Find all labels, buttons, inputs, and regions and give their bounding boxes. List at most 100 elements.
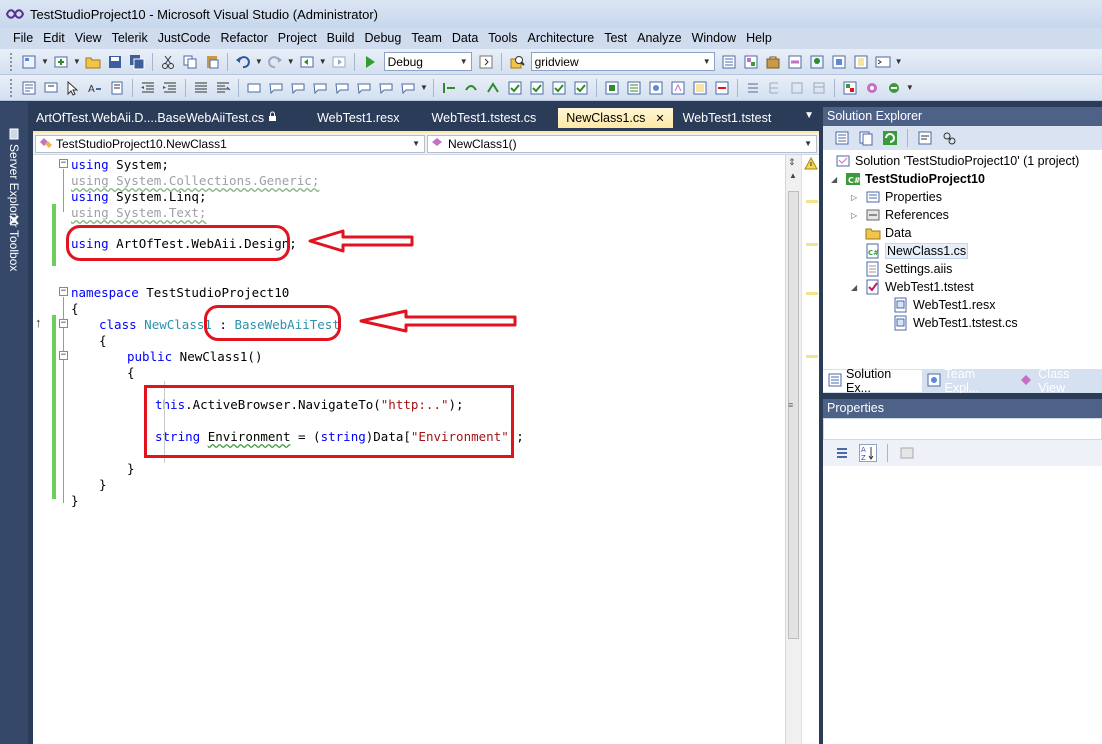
outline-collapse-icon[interactable]: − xyxy=(59,319,68,328)
menu-team[interactable]: Team xyxy=(406,28,447,49)
menu-architecture[interactable]: Architecture xyxy=(522,28,599,49)
new-test-icon[interactable] xyxy=(603,79,621,97)
bookmark-toggle-icon[interactable] xyxy=(245,79,263,97)
menu-justcode[interactable]: JustCode xyxy=(153,28,216,49)
comment-lines-icon[interactable] xyxy=(192,79,210,97)
uml-model-explorer-icon[interactable] xyxy=(810,79,828,97)
test-results-view-icon[interactable] xyxy=(713,79,731,97)
code-coverage-icon[interactable] xyxy=(691,79,709,97)
menu-window[interactable]: Window xyxy=(687,28,741,49)
chevron-down-icon[interactable]: ▼ xyxy=(73,57,81,66)
menu-file[interactable]: File xyxy=(8,28,38,49)
redo-icon[interactable] xyxy=(266,53,284,71)
chevron-down-icon[interactable]: ▼ xyxy=(420,83,428,92)
collapsed-triangle-icon[interactable]: ▷ xyxy=(851,193,861,202)
scrollbar-thumb[interactable] xyxy=(788,191,799,639)
tree-node-webtest1-tstest[interactable]: ◢ WebTest1.tstest xyxy=(851,278,974,296)
class-view-icon[interactable] xyxy=(786,53,804,71)
split-editor-icon[interactable]: ⇕ xyxy=(788,157,796,168)
open-folder-icon[interactable] xyxy=(84,53,102,71)
toolbox-icon[interactable] xyxy=(764,53,782,71)
menu-debug[interactable]: Debug xyxy=(359,28,406,49)
layer-diagram-icon[interactable] xyxy=(744,79,762,97)
navigate-forward-icon[interactable] xyxy=(330,53,348,71)
step-out-icon[interactable] xyxy=(484,79,502,97)
quick-info-icon[interactable] xyxy=(64,79,82,97)
extension-manager-icon[interactable] xyxy=(830,53,848,71)
word-completion-icon[interactable]: A xyxy=(86,79,104,97)
properties-window-icon[interactable] xyxy=(720,53,738,71)
step-over-icon[interactable] xyxy=(462,79,480,97)
step-into-icon[interactable] xyxy=(440,79,458,97)
tree-node-newclass1-cs[interactable]: C# NewClass1.cs xyxy=(865,242,969,260)
tab-solution-explorer[interactable]: Solution Ex... xyxy=(823,367,922,395)
menu-telerik[interactable]: Telerik xyxy=(107,28,153,49)
display-object-member-list-icon[interactable] xyxy=(20,79,38,97)
bookmark-prev-folder-icon[interactable] xyxy=(311,79,329,97)
tab-webtest1-tstest-cs[interactable]: WebTest1.tstest.cs xyxy=(424,108,545,128)
chevron-down-icon[interactable]: ▼ xyxy=(412,139,420,148)
tab-baseWebAiiTest-cs[interactable]: ArtOfTest.WebAii.D....BaseWebAiiTest.cs xyxy=(28,108,285,128)
paste-icon[interactable] xyxy=(203,53,221,71)
find-combo[interactable]: gridview ▼ xyxy=(530,52,715,71)
menu-data[interactable]: Data xyxy=(447,28,483,49)
vertical-scrollbar[interactable]: ⇕ ▲ ≡ xyxy=(785,155,801,744)
increase-indent-icon[interactable] xyxy=(161,79,179,97)
server-explorer-tab[interactable]: Server Explorer xyxy=(5,128,23,227)
tree-node-references[interactable]: ▷ References xyxy=(851,206,949,224)
justcode-icon[interactable] xyxy=(885,79,903,97)
find-in-files-icon[interactable] xyxy=(508,53,526,71)
code-snippet-icon[interactable] xyxy=(108,79,126,97)
navigate-backward-icon[interactable] xyxy=(298,53,316,71)
save-all-icon[interactable] xyxy=(128,53,146,71)
properties-icon[interactable] xyxy=(833,129,851,147)
alphabetical-sort-icon[interactable]: AZ xyxy=(859,444,877,462)
active-files-dropdown-icon[interactable]: ▼ xyxy=(804,110,814,121)
tree-node-webtest1-resx[interactable]: WebTest1.resx xyxy=(893,296,995,314)
close-icon[interactable]: ✕ xyxy=(655,112,664,125)
architecture-explorer-icon[interactable] xyxy=(766,79,784,97)
undo-icon[interactable] xyxy=(234,53,252,71)
chevron-down-icon[interactable]: ▼ xyxy=(906,83,914,92)
expanded-triangle-icon[interactable]: ◢ xyxy=(831,175,841,184)
new-project-icon[interactable] xyxy=(20,53,38,71)
chevron-down-icon[interactable]: ▼ xyxy=(895,57,903,66)
properties-object-combo[interactable] xyxy=(823,418,1102,440)
test-impact-icon[interactable] xyxy=(669,79,687,97)
toolbar-grip[interactable] xyxy=(10,78,14,97)
add-item-icon[interactable] xyxy=(52,53,70,71)
expanded-triangle-icon[interactable]: ◢ xyxy=(851,283,861,292)
bookmark-next-doc-icon[interactable] xyxy=(377,79,395,97)
show-all-files-icon[interactable] xyxy=(857,129,875,147)
test-settings-icon[interactable] xyxy=(647,79,665,97)
toolbox-tab[interactable]: Toolbox xyxy=(5,214,23,271)
test-results-icon[interactable] xyxy=(506,79,524,97)
object-browser-icon[interactable] xyxy=(742,53,760,71)
debug-tests-icon[interactable] xyxy=(572,79,590,97)
parameter-info-icon[interactable] xyxy=(42,79,60,97)
bookmark-previous-icon[interactable] xyxy=(267,79,285,97)
view-code-icon[interactable] xyxy=(916,129,934,147)
team-explorer-icon[interactable] xyxy=(808,53,826,71)
start-debugging-icon[interactable] xyxy=(361,53,379,71)
property-pages-icon[interactable] xyxy=(898,444,916,462)
code-editor[interactable]: TestStudioProject10.NewClass1 ▼ NewClass… xyxy=(33,131,819,744)
chevron-down-icon[interactable]: ▼ xyxy=(41,57,49,66)
chevron-down-icon[interactable]: ▼ xyxy=(319,57,327,66)
categorized-icon[interactable] xyxy=(833,444,851,462)
test-list-icon[interactable] xyxy=(625,79,643,97)
test-view-icon[interactable] xyxy=(528,79,546,97)
tree-node-settings-aiis[interactable]: Settings.aiis xyxy=(865,260,952,278)
windows-forms-icon[interactable] xyxy=(841,79,859,97)
save-icon[interactable] xyxy=(106,53,124,71)
scroll-up-icon[interactable]: ▲ xyxy=(789,171,797,180)
tree-node-data[interactable]: Data xyxy=(865,224,911,242)
outline-collapse-icon[interactable]: − xyxy=(59,351,68,360)
menu-analyze[interactable]: Analyze xyxy=(632,28,686,49)
collapsed-triangle-icon[interactable]: ▷ xyxy=(851,211,861,220)
cut-icon[interactable] xyxy=(159,53,177,71)
tree-node-solution[interactable]: Solution 'TestStudioProject10' (1 projec… xyxy=(835,152,1079,170)
chevron-down-icon[interactable]: ▼ xyxy=(804,139,812,148)
start-page-icon[interactable] xyxy=(852,53,870,71)
code-text-area[interactable]: using System; using System.Collections.G… xyxy=(66,155,783,744)
